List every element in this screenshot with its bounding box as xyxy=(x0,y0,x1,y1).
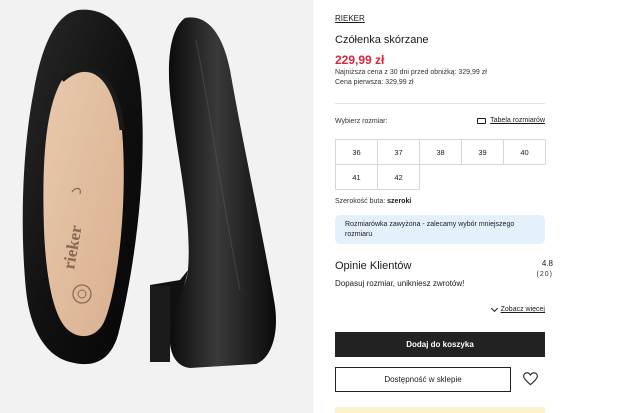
ruler-icon xyxy=(477,117,487,124)
rating-value: 4.8 xyxy=(541,259,553,268)
size-grid: 36 37 38 39 40 41 42 xyxy=(335,139,546,190)
reviews-title: Opinie Klientów xyxy=(335,260,412,272)
size-table-link[interactable]: Tabela rozmiarów xyxy=(477,117,545,124)
see-more-link[interactable]: Zobacz więcej xyxy=(490,304,545,313)
product-title: Czółenka skórzane xyxy=(335,34,429,46)
size-option-37[interactable]: 37 xyxy=(377,139,420,165)
shoe-width-label: Szerokość buta: xyxy=(335,198,386,205)
add-to-cart-button[interactable]: Dodaj do koszyka xyxy=(335,332,545,357)
heart-icon[interactable] xyxy=(523,372,538,386)
size-option-40[interactable]: 40 xyxy=(503,139,546,165)
chevron-down-icon xyxy=(490,304,498,312)
promo-strip xyxy=(335,407,545,413)
first-price-note: Cena pierwsza: 329,99 zł xyxy=(335,79,414,86)
store-availability-button[interactable]: Dostępność w sklepie xyxy=(335,367,511,392)
divider xyxy=(335,103,545,104)
size-label: Wybierz rozmiar: xyxy=(335,118,388,125)
product-gallery[interactable]: rieker xyxy=(0,0,313,413)
review-count: (20) xyxy=(536,271,553,278)
size-option-42[interactable]: 42 xyxy=(377,164,420,190)
fit-text: Dopasuj rozmiar, unikniesz zwrotów! xyxy=(335,279,465,288)
size-option-36[interactable]: 36 xyxy=(335,139,378,165)
size-option-39[interactable]: 39 xyxy=(461,139,504,165)
size-notice: Rozmiarówka zawyżona - zalecamy wybór mn… xyxy=(335,215,545,244)
brand-link[interactable]: RIEKER xyxy=(335,14,365,23)
lowest-price-note: Najniższa cena z 30 dni przed obniżką: 3… xyxy=(335,69,487,76)
shoe-width-value: szeroki xyxy=(387,198,412,205)
product-price: 229,99 zł xyxy=(335,53,385,67)
size-option-41[interactable]: 41 xyxy=(335,164,378,190)
size-table-label: Tabela rozmiarów xyxy=(490,117,545,124)
see-more-label: Zobacz więcej xyxy=(500,306,545,313)
product-info-panel: RIEKER Czółenka skórzane 229,99 zł Najni… xyxy=(335,0,553,413)
size-option-38[interactable]: 38 xyxy=(419,139,462,165)
product-image[interactable]: rieker xyxy=(0,0,313,413)
shoe-width-info: Szerokość buta: szeroki xyxy=(335,198,411,205)
